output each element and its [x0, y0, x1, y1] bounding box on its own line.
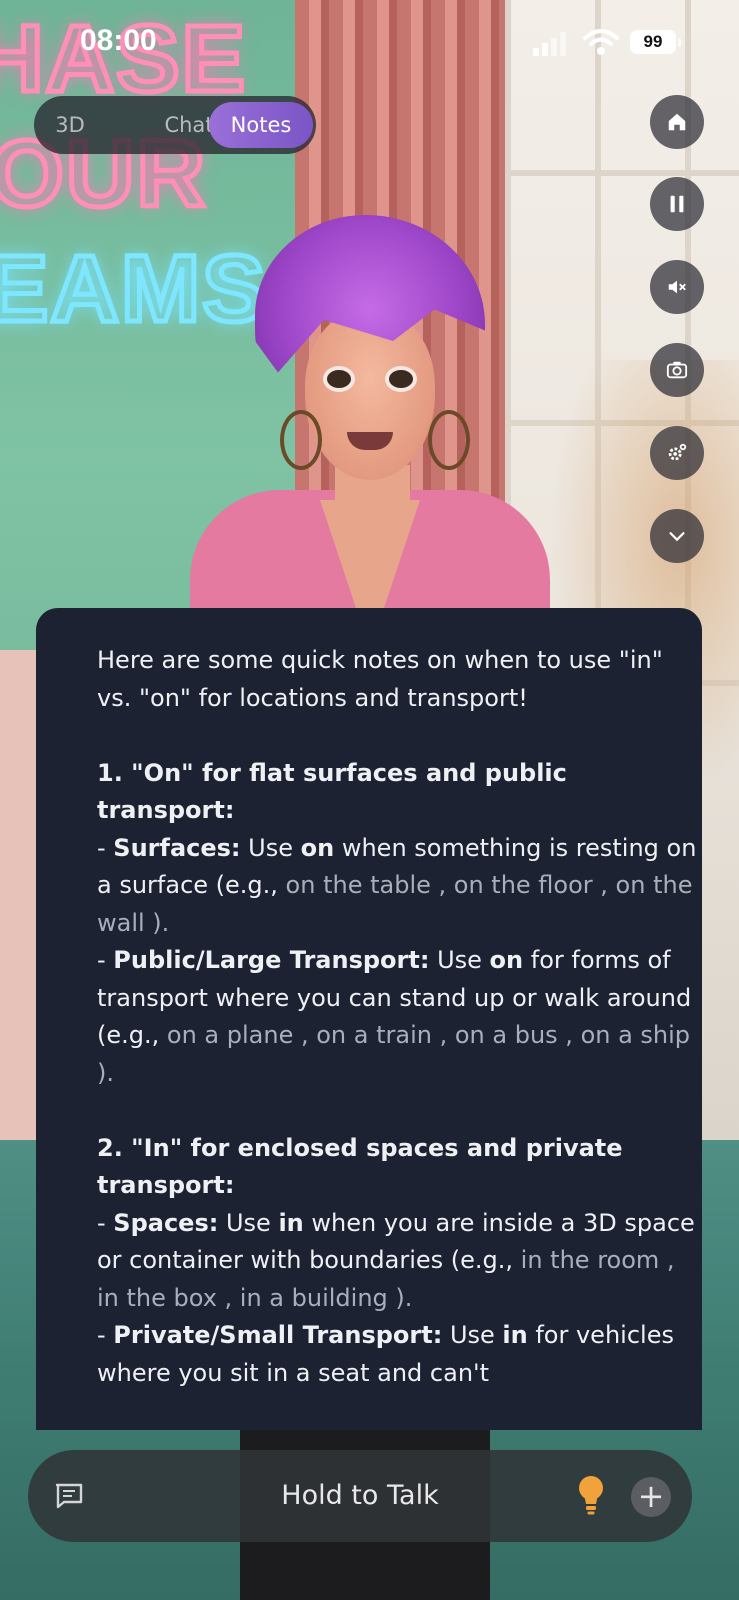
camera-button[interactable] — [650, 343, 704, 397]
clock: 08:00 — [80, 24, 157, 57]
battery-tip — [678, 38, 681, 47]
section-heading: 1. "On" for flat surfaces and public tra… — [97, 758, 567, 825]
mute-button[interactable] — [650, 260, 704, 314]
notes-content: Here are some quick notes on when to use… — [97, 642, 697, 1392]
home-button[interactable] — [650, 95, 704, 149]
notes-intro: Here are some quick notes on when to use… — [97, 646, 663, 712]
battery-indicator: 99 — [630, 30, 676, 54]
notes-panel[interactable]: Here are some quick notes on when to use… — [36, 608, 702, 1430]
pause-icon — [670, 195, 684, 213]
input-bar: Hold to Talk + — [28, 1450, 692, 1542]
tab-notes[interactable]: Notes — [209, 102, 313, 148]
settings-button[interactable] — [650, 426, 704, 480]
list-item: - Private/Small Transport: Use in for ve… — [97, 1321, 674, 1387]
mute-icon — [668, 280, 686, 294]
tab-3d[interactable]: 3D — [48, 96, 92, 154]
camera-icon — [666, 361, 688, 379]
add-button[interactable]: + — [631, 1477, 671, 1517]
home-icon — [668, 113, 686, 131]
lightbulb-icon[interactable] — [576, 1474, 606, 1516]
settings-icon — [668, 443, 687, 461]
collapse-button[interactable] — [650, 509, 704, 563]
signal-icon — [533, 30, 569, 56]
pause-button[interactable] — [650, 177, 704, 231]
list-item: - Surfaces: Use on when something is res… — [97, 833, 697, 937]
section-heading: 2. "In" for enclosed spaces and private … — [97, 1133, 623, 1200]
list-item: - Public/Large Transport: Use on for for… — [97, 946, 692, 1087]
3d-avatar — [190, 200, 550, 620]
chevron-down-icon — [669, 532, 685, 542]
status-bar: 08:00 99 — [0, 0, 739, 88]
chat-icon[interactable] — [54, 1482, 84, 1510]
wifi-icon — [583, 29, 619, 55]
view-tab-switcher: 3D Chat Notes — [34, 96, 316, 154]
list-item: - Spaces: Use in when you are inside a 3… — [97, 1208, 695, 1312]
